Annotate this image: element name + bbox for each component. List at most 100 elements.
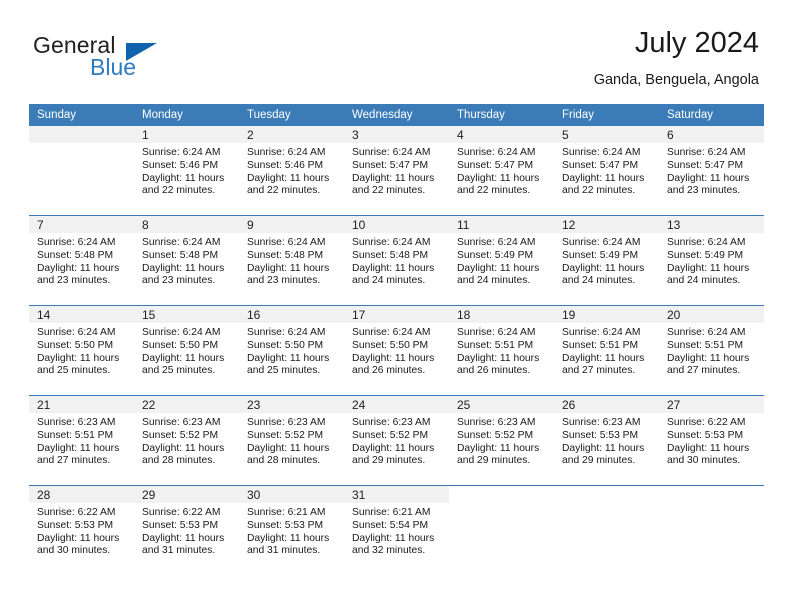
day-info-sunrise: Sunrise: 6:24 AM [667,327,746,338]
day-cell-inner: 3 Sunrise: 6:24 AM Sunset: 5:47 PM Daylight… [344,126,449,215]
day-info-daylight: Daylight: 11 hours [457,442,540,454]
calendar-day-cell[interactable]: 29 Sunrise: 6:22 AM Sunset: 5:53 PM Dayligh… [134,485,239,575]
day-info-sunrise: Sunrise: 6:24 AM [667,147,746,158]
day-info: Sunrise: 6:23 AM Sunset: 5:51 PM Daylight:… [29,413,134,468]
day-number: 18 [449,306,554,323]
calendar-day-cell[interactable]: 13 Sunrise: 6:24 AM Sunset: 5:49 PM Dayligh… [659,215,764,306]
day-info-sunrise: Sunrise: 6:24 AM [142,147,221,158]
calendar-day-cell[interactable]: 1 Sunrise: 6:24 AM Sunset: 5:46 PM Daylight… [134,126,239,216]
day-info-daylight2: and 27 minutes. [562,365,636,377]
day-info-daylight2: and 29 minutes. [352,455,426,467]
calendar-day-cell[interactable]: 4 Sunrise: 6:24 AM Sunset: 5:47 PM Daylight… [449,126,554,216]
calendar-day-cell[interactable]: 26 Sunrise: 6:23 AM Sunset: 5:53 PM Dayligh… [554,395,659,486]
calendar-day-cell[interactable]: 21 Sunrise: 6:23 AM Sunset: 5:51 PM Dayligh… [29,395,134,486]
title-block: July 2024 Ganda, Benguela, Angola [594,26,759,90]
day-number: 7 [29,216,134,233]
brand-name-blue: Blue [90,54,137,80]
day-cell-inner: 27 Sunrise: 6:22 AM Sunset: 5:53 PM Dayligh… [659,396,764,485]
calendar-week-row: 7 Sunrise: 6:24 AM Sunset: 5:48 PM Daylight… [29,215,764,306]
weekday-header-wednesday: Wednesday [344,104,449,126]
day-info-sunset: Sunset: 5:50 PM [352,339,429,351]
calendar-day-cell[interactable]: 3 Sunrise: 6:24 AM Sunset: 5:47 PM Daylight… [344,126,449,216]
day-cell-inner: 23 Sunrise: 6:23 AM Sunset: 5:52 PM Dayligh… [239,396,344,485]
day-info-daylight2: and 23 minutes. [37,275,111,287]
calendar-day-cell[interactable]: 17 Sunrise: 6:24 AM Sunset: 5:50 PM Dayligh… [344,305,449,396]
calendar-day-cell[interactable]: 24 Sunrise: 6:23 AM Sunset: 5:52 PM Dayligh… [344,395,449,486]
day-info-sunrise: Sunrise: 6:22 AM [667,417,746,428]
day-number: 1 [134,126,239,143]
calendar-day-cell[interactable]: 12 Sunrise: 6:24 AM Sunset: 5:49 PM Dayligh… [554,215,659,306]
day-info-daylight: Daylight: 11 hours [247,352,330,364]
calendar-day-cell[interactable]: 18 Sunrise: 6:24 AM Sunset: 5:51 PM Dayligh… [449,305,554,396]
calendar-day-cell[interactable]: 25 Sunrise: 6:23 AM Sunset: 5:52 PM Dayligh… [449,395,554,486]
day-number: 11 [449,216,554,233]
day-info-daylight: Daylight: 11 hours [247,532,330,544]
calendar-day-cell[interactable]: 31 Sunrise: 6:21 AM Sunset: 5:54 PM Dayligh… [344,485,449,575]
calendar-day-cell [554,485,659,575]
day-info-daylight2: and 23 minutes. [247,275,321,287]
calendar-day-cell[interactable]: 30 Sunrise: 6:21 AM Sunset: 5:53 PM Dayligh… [239,485,344,575]
day-info-sunrise: Sunrise: 6:24 AM [667,237,746,248]
day-info-daylight2: and 30 minutes. [667,455,741,467]
calendar-day-cell[interactable]: 7 Sunrise: 6:24 AM Sunset: 5:48 PM Daylight… [29,215,134,306]
day-info-daylight2: and 28 minutes. [142,455,216,467]
day-info-daylight2: and 22 minutes. [247,185,321,197]
calendar-day-cell[interactable]: 8 Sunrise: 6:24 AM Sunset: 5:48 PM Daylight… [134,215,239,306]
day-info-daylight2: and 28 minutes. [247,455,321,467]
day-info-daylight: Daylight: 11 hours [142,262,225,274]
page-header: General Blue July 2024 Ganda, Benguela, … [33,26,759,98]
calendar-day-cell[interactable]: 5 Sunrise: 6:24 AM Sunset: 5:47 PM Daylight… [554,126,659,216]
calendar-day-cell[interactable]: 14 Sunrise: 6:24 AM Sunset: 5:50 PM Dayligh… [29,305,134,396]
calendar-day-cell[interactable]: 15 Sunrise: 6:24 AM Sunset: 5:50 PM Dayligh… [134,305,239,396]
day-info: Sunrise: 6:24 AM Sunset: 5:51 PM Daylight:… [449,323,554,378]
day-info-sunrise: Sunrise: 6:21 AM [352,507,431,518]
day-info-sunrise: Sunrise: 6:21 AM [247,507,326,518]
day-info-daylight2: and 22 minutes. [352,185,426,197]
day-info-daylight2: and 27 minutes. [667,365,741,377]
day-info: Sunrise: 6:24 AM Sunset: 5:51 PM Daylight:… [554,323,659,378]
calendar-day-cell[interactable]: 19 Sunrise: 6:24 AM Sunset: 5:51 PM Dayligh… [554,305,659,396]
calendar-day-cell[interactable]: 6 Sunrise: 6:24 AM Sunset: 5:47 PM Daylight… [659,126,764,216]
calendar-week-row: 28 Sunrise: 6:22 AM Sunset: 5:53 PM Dayligh… [29,485,764,575]
day-cell-inner: 20 Sunrise: 6:24 AM Sunset: 5:51 PM Dayligh… [659,306,764,395]
day-info-sunset: Sunset: 5:52 PM [142,429,219,441]
day-info-sunset: Sunset: 5:50 PM [37,339,114,351]
day-info: Sunrise: 6:24 AM Sunset: 5:47 PM Daylight:… [449,143,554,198]
calendar-day-cell[interactable]: 27 Sunrise: 6:22 AM Sunset: 5:53 PM Dayligh… [659,395,764,486]
day-info-daylight: Daylight: 11 hours [352,352,435,364]
day-info-sunset: Sunset: 5:49 PM [457,249,534,261]
calendar-day-cell[interactable]: 22 Sunrise: 6:23 AM Sunset: 5:52 PM Dayligh… [134,395,239,486]
calendar-day-cell[interactable]: 16 Sunrise: 6:24 AM Sunset: 5:50 PM Dayligh… [239,305,344,396]
calendar-day-cell[interactable]: 2 Sunrise: 6:24 AM Sunset: 5:46 PM Daylight… [239,126,344,216]
weekday-header-friday: Friday [554,104,659,126]
calendar-day-cell[interactable]: 28 Sunrise: 6:22 AM Sunset: 5:53 PM Dayligh… [29,485,134,575]
day-info-sunset: Sunset: 5:47 PM [667,159,744,171]
brand-logo[interactable]: General Blue [33,32,253,88]
day-number: 4 [449,126,554,143]
day-number: 5 [554,126,659,143]
calendar-day-cell[interactable]: 23 Sunrise: 6:23 AM Sunset: 5:52 PM Dayligh… [239,395,344,486]
day-info-daylight: Daylight: 11 hours [142,442,225,454]
day-number: 8 [134,216,239,233]
day-number: 24 [344,396,449,413]
day-cell-inner: 2 Sunrise: 6:24 AM Sunset: 5:46 PM Daylight… [239,126,344,215]
day-cell-inner: 29 Sunrise: 6:22 AM Sunset: 5:53 PM Dayligh… [134,486,239,575]
calendar-day-cell[interactable]: 20 Sunrise: 6:24 AM Sunset: 5:51 PM Dayligh… [659,305,764,396]
day-number: 25 [449,396,554,413]
day-info: Sunrise: 6:21 AM Sunset: 5:53 PM Daylight:… [239,503,344,558]
calendar-day-cell[interactable]: 11 Sunrise: 6:24 AM Sunset: 5:49 PM Dayligh… [449,215,554,306]
day-number: 27 [659,396,764,413]
calendar-day-cell[interactable]: 9 Sunrise: 6:24 AM Sunset: 5:48 PM Daylight… [239,215,344,306]
calendar-day-cell[interactable]: 10 Sunrise: 6:24 AM Sunset: 5:48 PM Dayligh… [344,215,449,306]
day-number [554,486,659,503]
day-info-sunset: Sunset: 5:51 PM [457,339,534,351]
day-info-daylight: Daylight: 11 hours [37,352,120,364]
day-info: Sunrise: 6:24 AM Sunset: 5:50 PM Daylight:… [239,323,344,378]
day-info-sunrise: Sunrise: 6:24 AM [247,147,326,158]
day-info-sunset: Sunset: 5:53 PM [37,519,114,531]
day-info: Sunrise: 6:22 AM Sunset: 5:53 PM Daylight:… [29,503,134,558]
calendar-day-cell [29,126,134,216]
day-cell-inner: 9 Sunrise: 6:24 AM Sunset: 5:48 PM Daylight… [239,216,344,305]
day-cell-inner: 4 Sunrise: 6:24 AM Sunset: 5:47 PM Daylight… [449,126,554,215]
day-info-sunrise: Sunrise: 6:24 AM [457,327,536,338]
